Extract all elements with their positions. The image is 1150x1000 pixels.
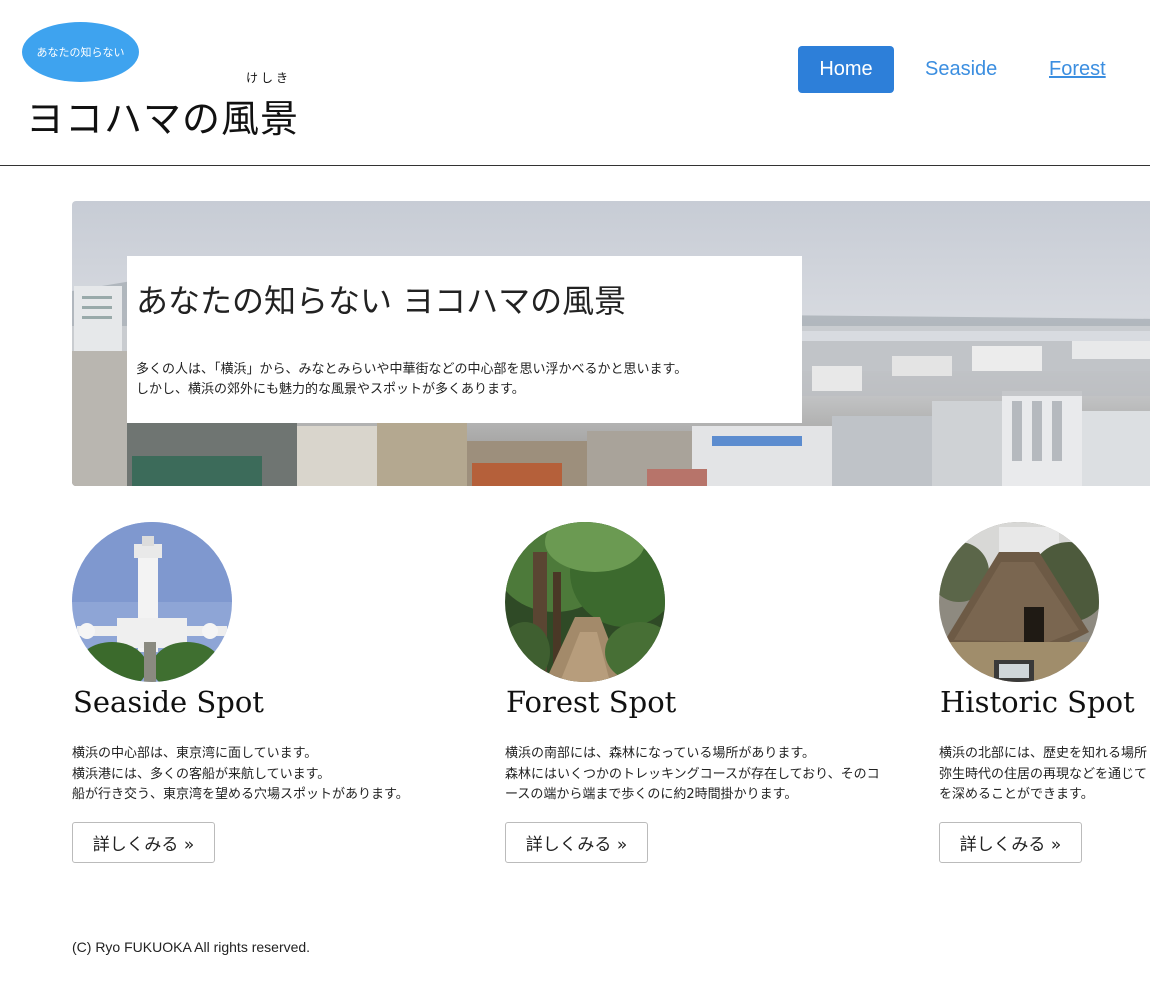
card-line: 森林にはいくつかのトレッキングコースが存在しており、そのコ [505, 766, 880, 782]
card-line: 船が行き交う、東京湾を望める穴場スポットがあります。 [72, 787, 409, 802]
hero-line: しかし、横浜の郊外にも魅力的な風景やスポットが多くあります。 [136, 382, 525, 397]
nav-home-button[interactable]: Home [798, 46, 894, 93]
card-line: 横浜の北部には、歴史を知れる場所 [939, 746, 1148, 761]
card-line: 横浜の南部には、森林になっている場所があります。 [505, 746, 816, 761]
card-line: 弥生時代の住居の再現などを通じて [939, 766, 1148, 782]
forest-card-title: Forest Spot [506, 685, 677, 719]
page: あなたの知らない けしき ヨコハマの風景 Home Seaside Forest [0, 0, 1150, 1000]
seaside-card-text: 横浜の中心部は、東京湾に面しています。 横浜港には、多くの客船が来航しています。… [72, 744, 409, 806]
hero-line: 多くの人は、「横浜」から、みなとみらいや中華街などの中心部を思い浮かべるかと思い… [136, 362, 688, 377]
card-line: 横浜港には、多くの客船が来航しています。 [72, 766, 331, 782]
hero-description: 多くの人は、「横浜」から、みなとみらいや中華街などの中心部を思い浮かべるかと思い… [136, 360, 687, 400]
seaside-card-title: Seaside Spot [73, 685, 264, 719]
card-line: 横浜の中心部は、東京湾に面しています。 [72, 746, 318, 761]
title-reading: けしき [246, 71, 292, 85]
footer-copyright: (C) Ryo FUKUOKA All rights reserved. [72, 939, 311, 955]
card-line: を深めることができます。 [939, 787, 1094, 802]
forest-details-button[interactable]: 詳しくみる » [505, 822, 648, 863]
site-title: ヨコハマの風景 [26, 97, 300, 141]
seaside-details-button[interactable]: 詳しくみる » [72, 822, 215, 863]
site-header: あなたの知らない けしき ヨコハマの風景 Home Seaside Forest [0, 0, 1150, 166]
seaside-image [72, 522, 232, 682]
hero-banner: あなたの知らない ヨコハマの風景 多くの人は、「横浜」から、みなとみらいや中華街… [72, 201, 1150, 486]
card-line: ースの端から端まで歩くのに約2時間掛かります。 [505, 787, 798, 802]
forest-image [505, 522, 665, 682]
nav-forest-link[interactable]: Forest [1049, 58, 1106, 81]
hero-title: あなたの知らない ヨコハマの風景 [136, 282, 627, 320]
site-badge: あなたの知らない [22, 22, 139, 82]
nav-seaside-link[interactable]: Seaside [925, 58, 997, 81]
historic-details-button[interactable]: 詳しくみる » [939, 822, 1082, 863]
forest-card-text: 横浜の南部には、森林になっている場所があります。 森林にはいくつかのトレッキング… [505, 744, 880, 806]
hero-card: あなたの知らない ヨコハマの風景 多くの人は、「横浜」から、みなとみらいや中華街… [127, 256, 802, 423]
historic-image [939, 522, 1099, 682]
historic-card-text: 横浜の北部には、歴史を知れる場所 弥生時代の住居の再現などを通じて を深めること… [939, 744, 1147, 806]
historic-card-title: Historic Spot [940, 685, 1135, 719]
